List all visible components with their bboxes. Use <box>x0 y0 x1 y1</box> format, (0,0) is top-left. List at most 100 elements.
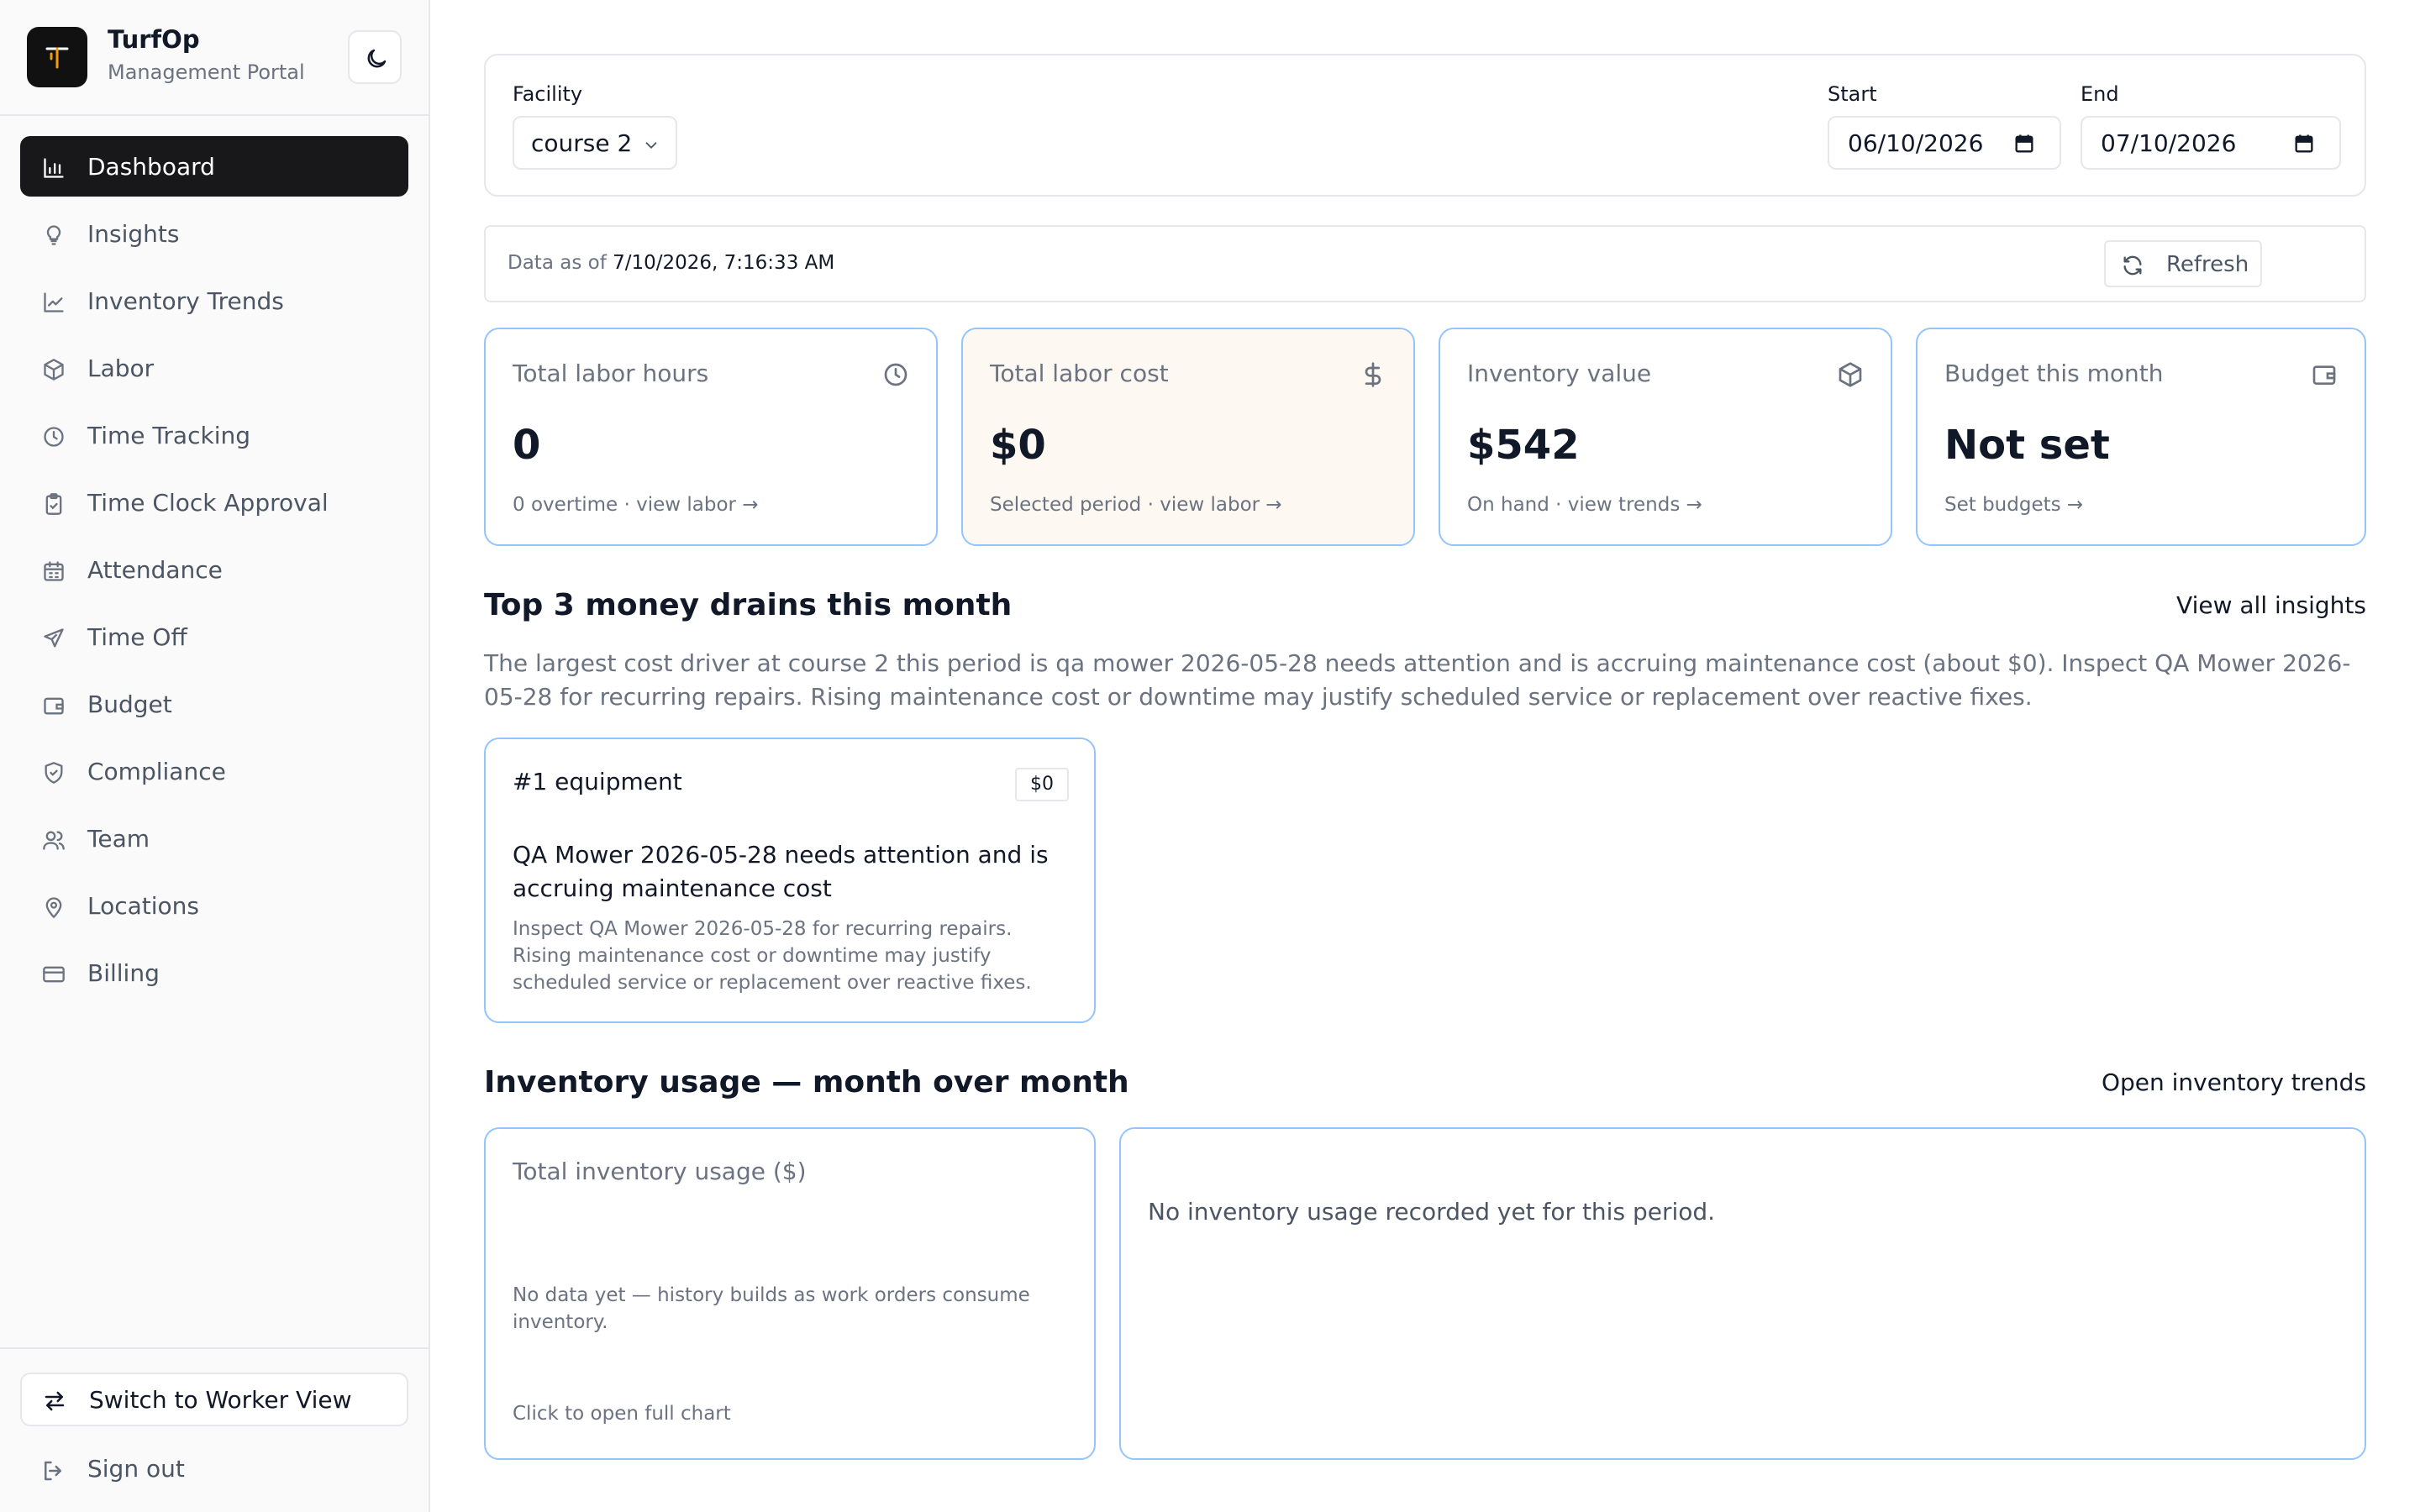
sidebar-item-label: Labor <box>87 354 155 382</box>
filter-bar: Facility course 2 Start 06/10/2026 End 0… <box>484 54 2366 197</box>
sign-out-label: Sign out <box>87 1455 185 1483</box>
switch-to-worker-view-button[interactable]: Switch to Worker View <box>20 1373 408 1426</box>
kpi-title: Inventory value <box>1467 360 1652 387</box>
data-as-of-text: Data as of 7/10/2026, 7:16:33 AM <box>508 252 834 274</box>
drain-amount-badge: $0 <box>1015 768 1069 801</box>
kpi-value: 0 <box>513 422 541 469</box>
sidebar-item-label: Compliance <box>87 758 226 785</box>
moon-icon <box>367 49 387 68</box>
inventory-usage-open-hint: Click to open full chart <box>513 1403 731 1425</box>
dollar-icon <box>1365 362 1381 387</box>
kpi-value: $542 <box>1467 422 1580 469</box>
inventory-usage-card[interactable]: Total inventory usage ($) No data yet — … <box>484 1127 1096 1460</box>
sidebar-footer: Switch to Worker View Sign out <box>0 1347 429 1512</box>
wallet-icon <box>44 697 64 715</box>
money-drains-summary: The largest cost driver at course 2 this… <box>484 649 2351 711</box>
wallet-icon <box>2312 365 2336 385</box>
sidebar-item-billing[interactable]: Billing <box>20 942 408 1003</box>
start-date-input[interactable]: 06/10/2026 <box>1828 116 2061 170</box>
sidebar: TurfOp Management Portal Dashboard Insig… <box>0 0 430 1512</box>
kpi-title: Budget this month <box>1944 360 2164 387</box>
sidebar-item-attendance[interactable]: Attendance <box>20 539 408 600</box>
switch-label: Switch to Worker View <box>89 1386 352 1414</box>
kpi-subtext[interactable]: 0 overtime · view labor → <box>513 494 759 516</box>
bar-chart-icon <box>44 158 64 178</box>
sidebar-item-locations[interactable]: Locations <box>20 875 408 936</box>
kpi-card-budget[interactable]: Budget this month Not set Set budgets → <box>1916 328 2366 546</box>
refresh-label: Refresh <box>2166 252 2249 277</box>
data-as-of-timestamp: 7/10/2026, 7:16:33 AM <box>613 252 835 274</box>
sidebar-item-budget[interactable]: Budget <box>20 674 408 734</box>
line-chart-icon <box>44 292 64 312</box>
users-icon <box>43 831 65 850</box>
clipboard-check-icon <box>45 493 62 515</box>
sidebar-item-insights[interactable]: Insights <box>20 203 408 264</box>
sidebar-item-label: Locations <box>87 892 200 920</box>
data-status-bar: Data as of 7/10/2026, 7:16:33 AM Refresh <box>484 225 2366 302</box>
kpi-card-labor-cost[interactable]: Total labor cost $0 Selected period · vi… <box>961 328 1415 546</box>
money-drain-card[interactable]: #1 equipment $0 QA Mower 2026-05-28 need… <box>484 738 1096 1023</box>
sidebar-item-label: Attendance <box>87 556 223 584</box>
refresh-icon <box>2123 255 2142 276</box>
end-date-input[interactable]: 07/10/2026 <box>2081 116 2341 170</box>
kpi-title: Total labor cost <box>990 360 1169 387</box>
open-inventory-trends-link[interactable]: Open inventory trends <box>2102 1068 2366 1096</box>
brand-subtitle: Management Portal <box>108 60 305 84</box>
brand-name: TurfOp <box>108 25 200 54</box>
facility-select-value: course 2 <box>531 129 633 157</box>
kpi-title: Total labor hours <box>513 360 709 387</box>
sidebar-item-label: Dashboard <box>87 153 215 181</box>
inventory-usage-empty-text: No data yet — history builds as work ord… <box>513 1284 1030 1333</box>
clock-icon <box>884 363 908 386</box>
facility-select[interactable]: course 2 <box>513 116 677 170</box>
kpi-subtext[interactable]: Selected period · view labor → <box>990 494 1282 516</box>
sidebar-item-label: Inventory Trends <box>87 287 284 315</box>
kpi-value: $0 <box>990 422 1046 469</box>
kpi-subtext[interactable]: On hand · view trends → <box>1467 494 1702 516</box>
sidebar-item-label: Budget <box>87 690 172 718</box>
kpi-value: Not set <box>1944 422 2110 469</box>
sign-out-button[interactable]: Sign out <box>20 1443 408 1497</box>
sidebar-item-compliance[interactable]: Compliance <box>20 741 408 801</box>
drain-title: QA Mower 2026-05-28 needs attention and … <box>513 841 1049 902</box>
box-icon <box>44 359 64 381</box>
map-pin-icon <box>45 897 62 918</box>
sidebar-item-time-tracking[interactable]: Time Tracking <box>20 405 408 465</box>
calendar-icon[interactable] <box>2012 132 2036 155</box>
chevron-down-icon <box>645 142 657 150</box>
credit-card-icon <box>43 966 65 983</box>
start-date-value: 06/10/2026 <box>1848 129 1984 157</box>
arrows-swap-icon <box>45 1391 65 1411</box>
clock-icon <box>44 427 64 447</box>
start-date-label: Start <box>1828 82 1877 106</box>
sidebar-item-time-clock-approval[interactable]: Time Clock Approval <box>20 472 408 533</box>
view-all-insights-link[interactable]: View all insights <box>2176 591 2366 619</box>
sidebar-item-dashboard[interactable]: Dashboard <box>20 136 408 197</box>
inventory-usage-panel: No inventory usage recorded yet for this… <box>1119 1127 2366 1460</box>
sidebar-item-label: Team <box>87 825 150 853</box>
sidebar-item-inventory-trends[interactable]: Inventory Trends <box>20 270 408 331</box>
refresh-button[interactable]: Refresh <box>2104 240 2262 287</box>
sidebar-item-team[interactable]: Team <box>20 808 408 869</box>
kpi-card-inventory-value[interactable]: Inventory value $542 On hand · view tren… <box>1439 328 1892 546</box>
theme-toggle-button[interactable] <box>348 30 402 84</box>
inventory-usage-card-title: Total inventory usage ($) <box>513 1158 807 1185</box>
data-as-of-prefix: Data as of <box>508 252 613 274</box>
log-out-icon <box>45 1461 61 1481</box>
turfop-logo-icon[interactable] <box>27 27 87 87</box>
inventory-usage-title: Inventory usage — month over month <box>484 1065 1129 1100</box>
facility-label: Facility <box>513 82 583 106</box>
sidebar-item-label: Time Clock Approval <box>87 489 329 517</box>
sidebar-item-time-off[interactable]: Time Off <box>20 606 408 667</box>
sidebar-item-label: Time Off <box>87 623 187 651</box>
end-date-label: End <box>2081 82 2119 106</box>
drain-description: Inspect QA Mower 2026-05-28 for recurrin… <box>513 918 1032 994</box>
kpi-subtext[interactable]: Set budgets → <box>1944 494 2083 516</box>
drain-rank: #1 equipment <box>513 768 682 795</box>
sidebar-item-labor[interactable]: Labor <box>20 338 408 398</box>
plane-icon <box>44 628 64 648</box>
sidebar-nav: Dashboard Insights Inventory Trends Labo… <box>20 136 408 1010</box>
calendar-icon[interactable] <box>2292 132 2316 155</box>
sidebar-item-label: Time Tracking <box>87 422 250 449</box>
kpi-card-labor-hours[interactable]: Total labor hours 0 0 overtime · view la… <box>484 328 938 546</box>
